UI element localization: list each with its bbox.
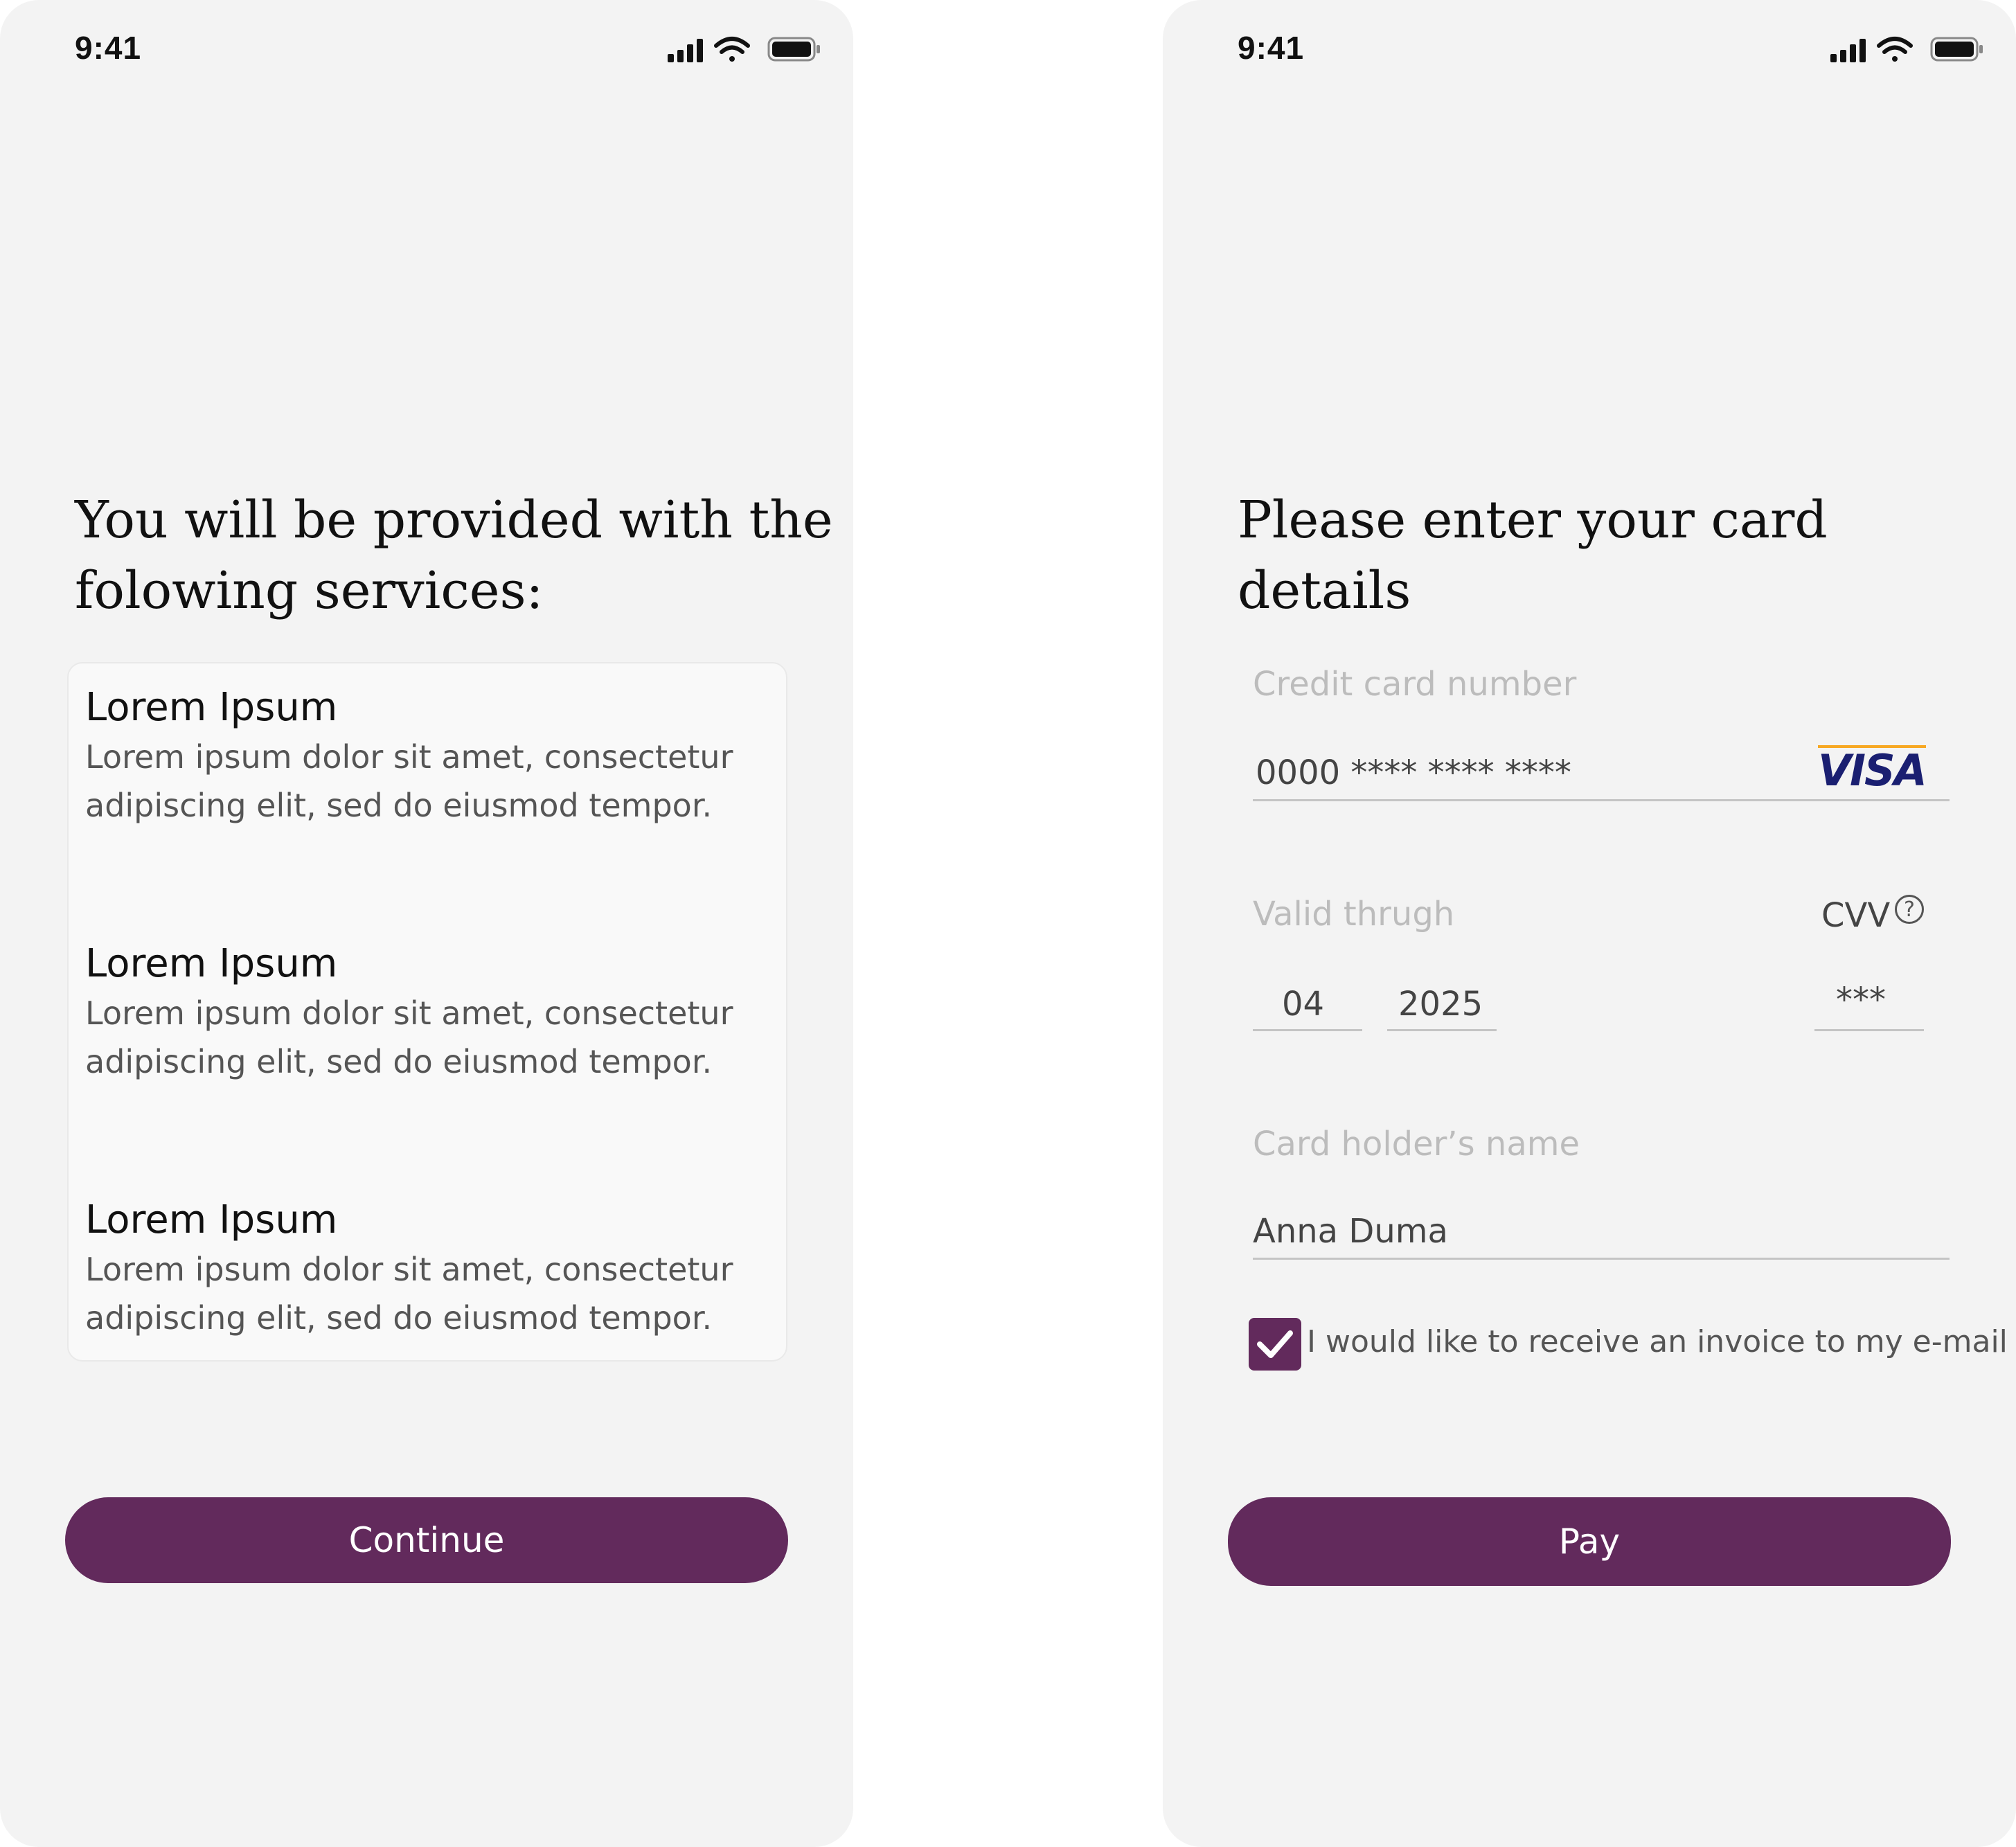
card-number-underline xyxy=(1253,799,1950,801)
card-number-input[interactable]: 0000 **** **** **** xyxy=(1256,753,1571,792)
service-title: Lorem Ipsum xyxy=(85,685,338,730)
service-description-line: adipiscing elit, sed do eiusmod tempor. xyxy=(85,1043,713,1080)
status-time: 9:41 xyxy=(1238,30,1305,66)
cvv-underline xyxy=(1814,1029,1924,1031)
service-description-line: Lorem ipsum dolor sit amet, consectetur xyxy=(85,994,733,1032)
service-item: Lorem Ipsum Lorem ipsum dolor sit amet, … xyxy=(85,1195,778,1342)
help-icon[interactable]: ? xyxy=(1895,895,1924,924)
pay-button[interactable]: Pay xyxy=(1228,1497,1951,1586)
services-screen: 9:41 You will be provided with the folow… xyxy=(0,0,853,1847)
page-title: You will be provided with the folowing s… xyxy=(75,485,837,626)
signal-icon xyxy=(1830,39,1866,62)
help-icon-glyph: ? xyxy=(1904,897,1915,922)
service-title: Lorem Ipsum xyxy=(85,941,338,986)
wifi-icon xyxy=(714,37,750,62)
wifi-icon xyxy=(1877,37,1913,62)
page-title-line-1: You will be provided with the xyxy=(75,490,833,550)
expiry-month-input[interactable]: 04 xyxy=(1282,985,1324,1024)
service-item: Lorem Ipsum Lorem ipsum dolor sit amet, … xyxy=(85,683,778,830)
battery-icon xyxy=(767,37,820,62)
service-description-line: adipiscing elit, sed do eiusmod tempor. xyxy=(85,1299,713,1337)
cvv-label: CVV xyxy=(1821,896,1891,935)
valid-through-label: Valid thrugh xyxy=(1253,895,1455,934)
visa-logo: VISA xyxy=(1818,745,1927,796)
cvv-input[interactable]: *** xyxy=(1836,981,1886,1019)
card-holder-underline xyxy=(1253,1258,1950,1260)
services-card: Lorem Ipsum Lorem ipsum dolor sit amet, … xyxy=(67,662,787,1362)
payment-screen: 9:41 Please enter your card details Cred… xyxy=(1163,0,2016,1847)
card-number-label: Credit card number xyxy=(1253,665,1577,704)
card-holder-input[interactable]: Anna Duma xyxy=(1253,1212,1448,1251)
service-item: Lorem Ipsum Lorem ipsum dolor sit amet, … xyxy=(85,939,778,1086)
status-icons xyxy=(1830,37,1983,62)
service-description-line: Lorem ipsum dolor sit amet, consectetur xyxy=(85,1251,733,1288)
page-title-line-2: folowing services: xyxy=(75,561,544,621)
status-time: 9:41 xyxy=(75,30,142,66)
service-description-line: Lorem ipsum dolor sit amet, consectetur xyxy=(85,738,733,776)
page-title: Please enter your card details xyxy=(1238,490,1828,621)
checkmark-icon xyxy=(1257,1330,1293,1358)
expiry-year-underline xyxy=(1387,1029,1497,1031)
invoice-checkbox-label[interactable]: I would like to receive an invoice to my… xyxy=(1307,1324,2008,1359)
status-icons xyxy=(668,37,820,62)
battery-icon xyxy=(1930,37,1983,62)
invoice-checkbox[interactable] xyxy=(1249,1318,1301,1371)
service-title: Lorem Ipsum xyxy=(85,1197,338,1242)
signal-icon xyxy=(668,39,703,62)
service-description-line: adipiscing elit, sed do eiusmod tempor. xyxy=(85,787,713,824)
card-holder-label: Card holder’s name xyxy=(1253,1125,1580,1163)
continue-button[interactable]: Continue xyxy=(65,1497,788,1583)
expiry-year-input[interactable]: 2025 xyxy=(1398,985,1483,1024)
expiry-month-underline xyxy=(1253,1029,1362,1031)
